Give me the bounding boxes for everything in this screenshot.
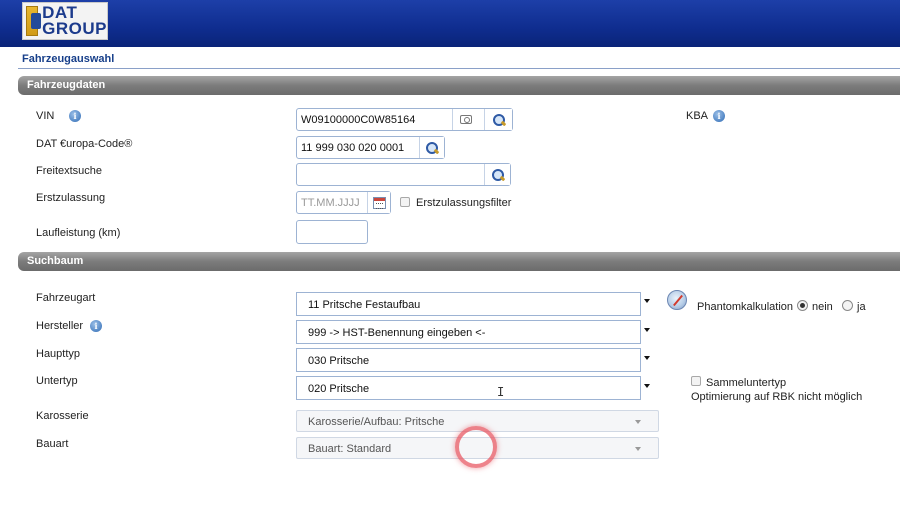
- vin-value: W09100000C0W85164: [301, 114, 416, 126]
- first-registration-filter-checkbox[interactable]: [400, 197, 410, 207]
- rbk-note: Optimierung auf RBK nicht möglich: [691, 391, 863, 403]
- collect-subtype-label: Sammeluntertyp: [706, 377, 787, 389]
- camera-icon: [459, 115, 472, 124]
- vehicle-type-label: Fahrzeugart: [36, 292, 96, 304]
- collect-subtype-checkbox[interactable]: [691, 376, 701, 386]
- body-label: Karosserie: [36, 410, 89, 422]
- first-registration-filter-label: Erstzulassungsfilter: [416, 197, 512, 209]
- manufacturer-value: 999 -> HST-Benennung eingeben <-: [308, 327, 486, 339]
- freetext-label: Freitextsuche: [36, 165, 103, 177]
- mileage-label: Laufleistung (km): [36, 227, 121, 239]
- mileage-input[interactable]: [296, 220, 368, 244]
- first-registration-label: Erstzulassung: [36, 192, 106, 204]
- section-header-vehicle-data: Fahrzeugdaten: [18, 76, 900, 95]
- build-chevron-down-icon: [635, 447, 641, 451]
- vin-camera-button[interactable]: [452, 109, 478, 130]
- first-registration-input[interactable]: TT.MM.JJJJ: [296, 191, 391, 214]
- manufacturer-label: Hersteller: [36, 320, 84, 332]
- sub-type-value: 020 Pritsche: [308, 383, 370, 395]
- kba-info-icon[interactable]: i: [713, 110, 725, 122]
- dat-logo-emblem-icon: [26, 6, 42, 36]
- page-title: Fahrzeugauswahl: [22, 53, 115, 65]
- phantom-no-radio[interactable]: [797, 300, 808, 311]
- main-type-value: 030 Pritsche: [308, 355, 370, 367]
- vin-search-button[interactable]: [484, 109, 512, 130]
- phantom-yes-label: ja: [857, 301, 866, 313]
- vehicle-type-value: 11 Pritsche Festaufbau: [308, 299, 421, 311]
- click-indicator: [455, 426, 497, 468]
- logo-text-line2: GROUP: [42, 19, 107, 38]
- main-type-label: Haupttyp: [36, 348, 81, 360]
- vin-info-icon[interactable]: i: [69, 110, 81, 122]
- dat-code-value: 11 999 030 020 0001: [301, 142, 405, 154]
- sub-type-chevron-down-icon[interactable]: [644, 384, 650, 388]
- title-divider: [18, 68, 900, 69]
- dat-code-input[interactable]: 11 999 030 020 0001: [296, 136, 445, 159]
- manufacturer-select[interactable]: 999 -> HST-Benennung eingeben <-: [296, 320, 641, 344]
- text-cursor-icon: I: [497, 385, 505, 399]
- first-registration-placeholder: TT.MM.JJJJ: [301, 197, 360, 209]
- logo-text: DAT GROUP: [42, 4, 107, 38]
- date-picker-button[interactable]: [367, 192, 390, 213]
- freetext-search-button[interactable]: [484, 164, 510, 185]
- search-icon: [492, 113, 506, 127]
- manufacturer-info-icon[interactable]: i: [90, 320, 102, 332]
- dat-code-search-button[interactable]: [419, 137, 444, 158]
- search-icon: [425, 141, 439, 155]
- section-header-search-tree: Suchbaum: [18, 252, 900, 271]
- vin-input[interactable]: W09100000C0W85164: [296, 108, 513, 131]
- sub-type-label: Untertyp: [36, 375, 78, 387]
- body-value: Karosserie/Aufbau: Pritsche: [308, 416, 445, 428]
- build-value: Bauart: Standard: [308, 443, 392, 455]
- build-label: Bauart: [36, 438, 69, 450]
- top-header-bar: DAT GROUP: [0, 0, 900, 47]
- vehicle-type-select[interactable]: 11 Pritsche Festaufbau: [296, 292, 641, 316]
- body-chevron-down-icon: [635, 420, 641, 424]
- manufacturer-chevron-down-icon[interactable]: [644, 328, 650, 332]
- phantom-calculation-label: Phantomkalkulation: [697, 301, 794, 313]
- compass-icon[interactable]: [667, 290, 687, 310]
- main-type-chevron-down-icon[interactable]: [644, 356, 650, 360]
- calendar-icon: [372, 196, 386, 209]
- main-type-select[interactable]: 030 Pritsche: [296, 348, 641, 372]
- dat-code-label: DAT €uropa-Code®: [36, 138, 133, 150]
- vin-label: VIN: [36, 110, 55, 122]
- search-icon: [491, 168, 505, 182]
- phantom-yes-radio[interactable]: [842, 300, 853, 311]
- phantom-no-label: nein: [812, 301, 833, 313]
- sub-type-select[interactable]: 020 Pritsche: [296, 376, 641, 400]
- kba-label: KBA: [686, 110, 709, 122]
- freetext-input[interactable]: [296, 163, 511, 186]
- vehicle-type-chevron-down-icon[interactable]: [644, 299, 650, 303]
- dat-group-logo[interactable]: DAT GROUP: [22, 2, 108, 40]
